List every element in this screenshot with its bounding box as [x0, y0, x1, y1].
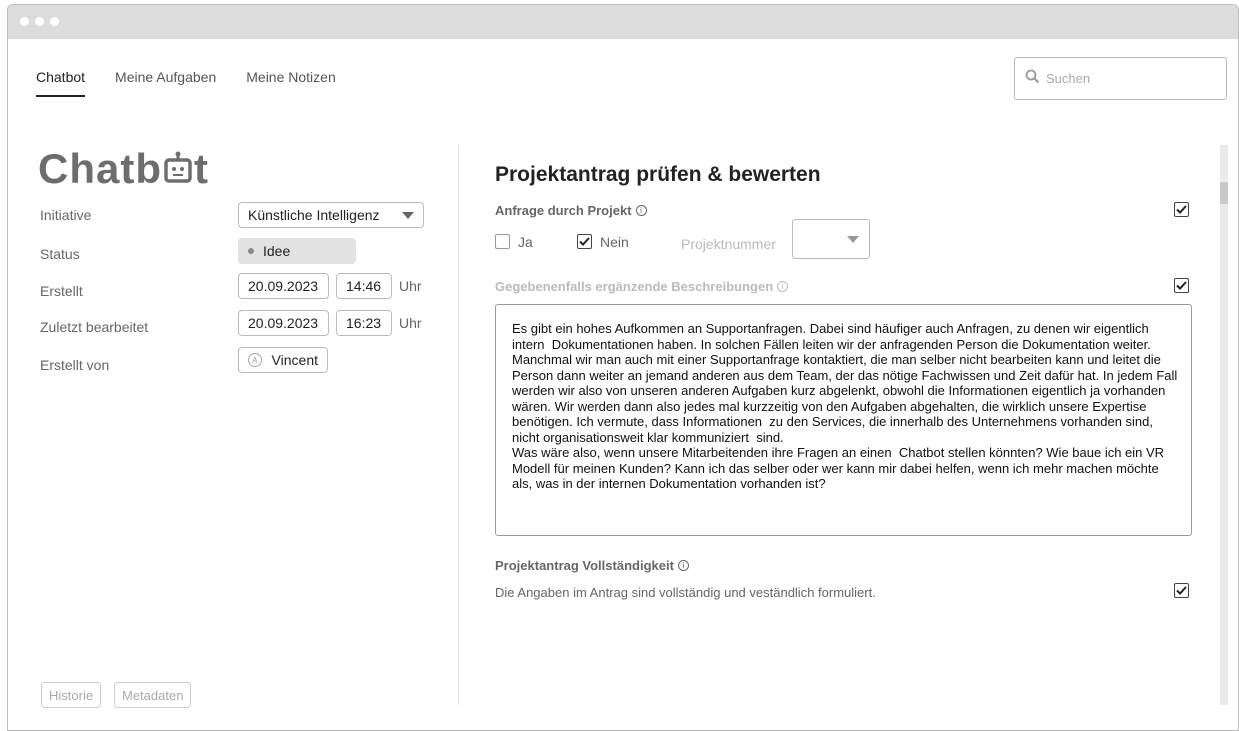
logo-text-suffix: t [194, 145, 209, 192]
completeness-checkbox[interactable] [1174, 583, 1189, 598]
panel-divider [458, 145, 459, 705]
created-time-unit: Uhr [399, 278, 422, 294]
edited-time-unit: Uhr [399, 315, 422, 331]
history-button[interactable]: Historie [41, 682, 102, 708]
request-approve-checkbox[interactable] [1174, 202, 1189, 217]
completeness-label-text: Projektantrag Vollständigkeit [495, 558, 674, 573]
description-label-text: Gegebenenfalls ergänzende Beschreibungen [495, 279, 774, 294]
status-dot-icon [248, 248, 254, 254]
status-value: Idee [263, 243, 291, 259]
checkmark-icon [579, 237, 590, 246]
edited-date-field[interactable]: 20.09.2023 [238, 310, 329, 336]
completeness-section-label: Projektantrag Vollständigkeit i [495, 558, 689, 573]
project-number-label: Projektnummer [681, 236, 776, 252]
window-titlebar [8, 5, 1238, 39]
scrollbar-track[interactable] [1220, 145, 1228, 705]
author-label: Erstellt von [40, 357, 110, 373]
option-yes-label: Ja [518, 234, 533, 250]
option-yes-checkbox[interactable] [495, 234, 510, 249]
search-box[interactable] [1014, 57, 1227, 100]
logo-text-prefix: Chatb [38, 145, 162, 192]
robot-icon [162, 145, 194, 193]
main-tabs: Chatbot Meine Aufgaben Meine Notizen [36, 69, 366, 97]
edited-label: Zuletzt bearbeitet [40, 319, 149, 335]
page-title: Projektantrag prüfen & bewerten [495, 163, 821, 186]
metadata-button[interactable]: Metadaten [114, 682, 192, 708]
window-minimize-dot[interactable] [35, 17, 44, 26]
window-close-dot[interactable] [20, 17, 29, 26]
chevron-down-icon [847, 235, 859, 243]
description-approve-checkbox[interactable] [1174, 278, 1189, 293]
app-window: Chatbot Meine Aufgaben Meine Notizen Cha… [7, 4, 1239, 731]
initiative-label: Initiative [40, 207, 92, 223]
option-no-checkbox[interactable] [577, 234, 592, 249]
request-section-label: Anfrage durch Projekt i [495, 203, 647, 218]
completeness-text: Die Angaben im Antrag sind vollständig u… [495, 585, 876, 600]
tab-meine-aufgaben[interactable]: Meine Aufgaben [115, 69, 216, 97]
description-textarea[interactable]: Es gibt ein hohes Aufkommen an Supportan… [495, 304, 1192, 536]
request-label-text: Anfrage durch Projekt [495, 203, 632, 218]
info-icon[interactable]: i [635, 205, 647, 216]
checkmark-icon [1176, 586, 1187, 595]
status-label: Status [40, 246, 80, 262]
created-label: Erstellt [40, 283, 83, 299]
chevron-down-icon [402, 211, 414, 219]
window-maximize-dot[interactable] [50, 17, 59, 26]
search-icon [1025, 69, 1040, 89]
description-section-label: Gegebenenfalls ergänzende Beschreibungen… [495, 279, 789, 294]
status-badge: Idee [238, 238, 356, 264]
tab-chatbot[interactable]: Chatbot [36, 69, 86, 97]
avatar: A [248, 353, 262, 367]
checkmark-icon [1176, 205, 1187, 214]
chatbot-logo: Chatb t [38, 145, 209, 193]
initiative-dropdown[interactable]: Künstliche Intelligenz [238, 202, 424, 228]
info-icon[interactable]: i [777, 281, 789, 292]
author-name: Vincent [271, 352, 318, 368]
info-icon[interactable]: i [677, 560, 689, 571]
author-chip[interactable]: A Vincent [238, 347, 328, 373]
checkmark-icon [1176, 281, 1187, 290]
tab-meine-notizen[interactable]: Meine Notizen [246, 69, 336, 97]
search-input[interactable] [1046, 71, 1206, 86]
edited-time-field[interactable]: 16:23 [336, 310, 392, 336]
project-number-dropdown[interactable] [792, 219, 870, 259]
created-time-field[interactable]: 14:46 [336, 273, 392, 299]
initiative-value: Künstliche Intelligenz [248, 207, 380, 223]
created-date-field[interactable]: 20.09.2023 [238, 273, 329, 299]
option-no-label: Nein [600, 234, 629, 250]
scrollbar-thumb[interactable] [1220, 182, 1228, 204]
